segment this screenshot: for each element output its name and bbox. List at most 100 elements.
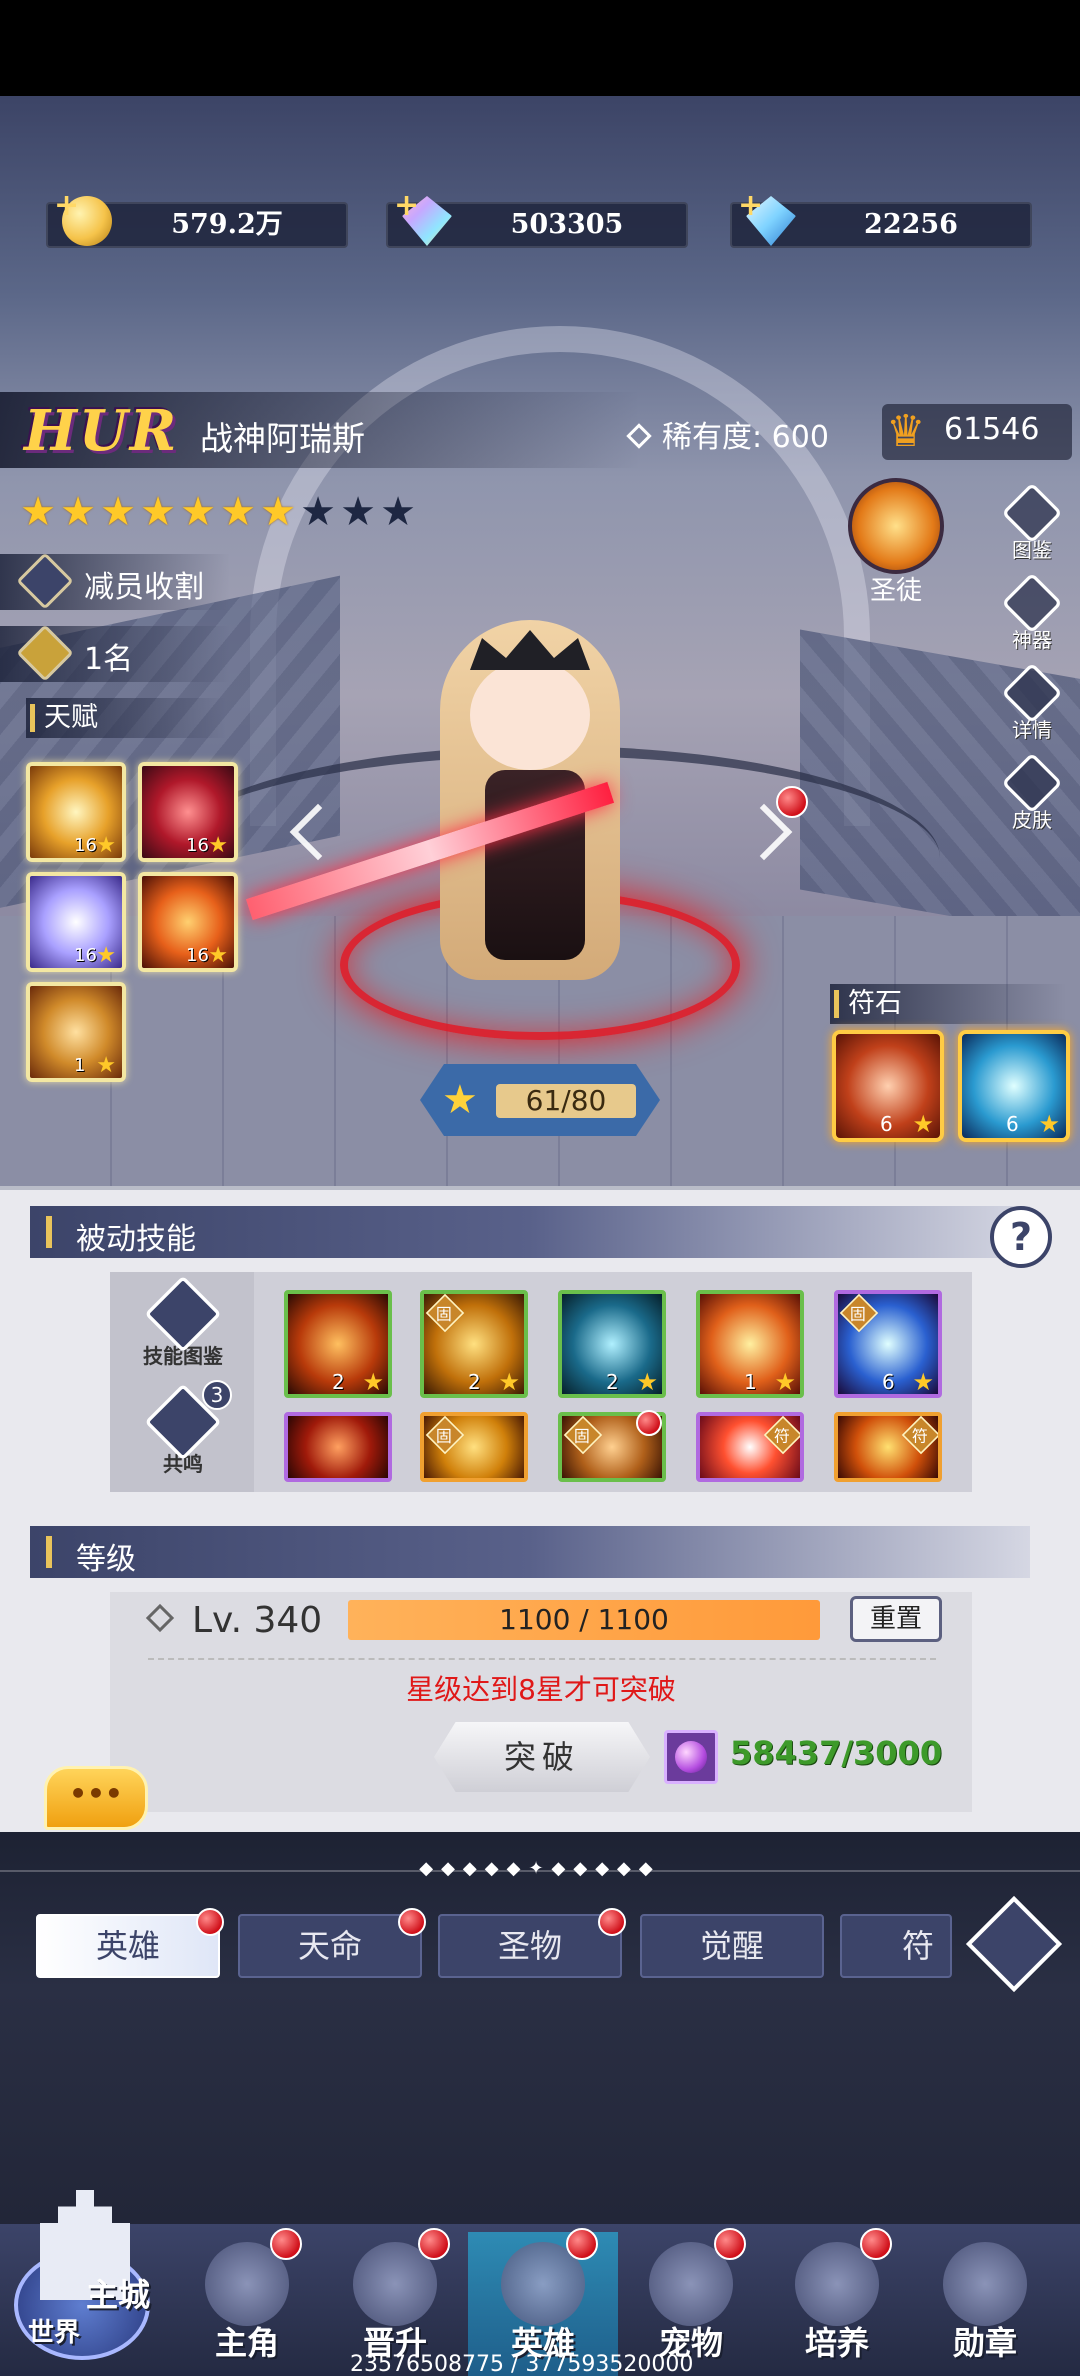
currency-rainbow-gem[interactable]: + 503305 bbox=[386, 188, 688, 248]
skill-mark-badge: 符 bbox=[901, 1416, 938, 1455]
add-gold-icon[interactable]: + bbox=[54, 188, 79, 223]
diamond-outline-icon bbox=[626, 423, 652, 449]
nav-item-4[interactable]: 培养 bbox=[762, 2232, 912, 2376]
hero-trait-label: 减员收割 bbox=[84, 570, 204, 605]
rune-count: 6 bbox=[880, 1112, 893, 1136]
purple-orb-icon bbox=[664, 1730, 718, 1784]
star-filled-icon: ★ bbox=[20, 489, 56, 535]
world-label: 世界 bbox=[28, 2318, 81, 2348]
talent-slot[interactable]: 16 ★ bbox=[26, 872, 126, 972]
talent-level: 16 bbox=[186, 835, 209, 856]
side-button-details[interactable]: 详情 bbox=[1000, 662, 1064, 743]
add-rainbow-gem-icon[interactable]: + bbox=[394, 188, 419, 223]
status-bar bbox=[0, 0, 1080, 96]
nav-item-0[interactable]: 主角 bbox=[172, 2232, 322, 2376]
passive-skill-slot[interactable]: 2 ★ bbox=[284, 1290, 392, 1398]
passive-skill-slot[interactable]: 1 ★ bbox=[696, 1290, 804, 1398]
breakthrough-button[interactable]: 突破 bbox=[434, 1722, 650, 1792]
currency-diamond[interactable]: + 22256 bbox=[730, 188, 1032, 248]
passive-skill-slot[interactable]: 固 6 ★ bbox=[834, 1290, 942, 1398]
resonance-count-badge: 3 bbox=[202, 1380, 232, 1410]
notification-dot bbox=[270, 2228, 302, 2260]
nav-icon bbox=[943, 2242, 1027, 2326]
tab-1[interactable]: 天命 bbox=[238, 1914, 422, 1978]
star-icon: ★ bbox=[636, 1368, 658, 1396]
side-button-artifact[interactable]: 神器 bbox=[1000, 572, 1064, 653]
nav-item-5[interactable]: 勋章 bbox=[910, 2232, 1060, 2376]
notification-dot bbox=[566, 2228, 598, 2260]
currency-gold[interactable]: + 579.2万 bbox=[46, 188, 348, 248]
notification-dot bbox=[714, 2228, 746, 2260]
star-filled-icon: ★ bbox=[100, 489, 136, 535]
tab-3[interactable]: 觉醒 bbox=[640, 1914, 824, 1978]
skill-count: 6 bbox=[882, 1370, 895, 1394]
side-button-codex[interactable]: 图鉴 bbox=[1000, 482, 1064, 563]
passive-skill-slot[interactable]: 固 bbox=[420, 1412, 528, 1482]
passive-skill-header: 被动技能 bbox=[30, 1206, 1030, 1258]
talent-slot[interactable]: 16 ★ bbox=[138, 762, 238, 862]
tab-0[interactable]: 英雄 bbox=[36, 1914, 220, 1978]
star-filled-icon: ★ bbox=[180, 489, 216, 535]
eye-icon bbox=[965, 1895, 1063, 1993]
rainbow-gem-value: 503305 bbox=[510, 209, 624, 240]
chat-button[interactable]: ••• bbox=[44, 1766, 148, 1830]
diamond-outline-icon bbox=[145, 1603, 175, 1633]
hero-rarity-tag: HUR bbox=[24, 398, 179, 464]
tab-4[interactable]: 符文 bbox=[840, 1914, 952, 1978]
help-button[interactable]: ? bbox=[990, 1206, 1052, 1268]
talent-level: 16 bbox=[186, 945, 209, 966]
star-filled-icon: ★ bbox=[260, 489, 296, 535]
skill-mark-badge: 固 bbox=[563, 1416, 603, 1455]
saint-emblem-icon bbox=[848, 478, 944, 574]
rune-count: 6 bbox=[1006, 1112, 1019, 1136]
skill-mark-badge: 符 bbox=[763, 1416, 800, 1455]
combat-power-value: 61546 bbox=[944, 412, 1040, 447]
main-city-label: 主城 bbox=[86, 2276, 151, 2314]
skill-mark-badge: 固 bbox=[425, 1416, 465, 1455]
breakthrough-cost: 58437/3000 bbox=[730, 1734, 943, 1772]
talent-slot[interactable]: 16 ★ bbox=[26, 762, 126, 862]
rune-slot[interactable]: 6 ★ bbox=[832, 1030, 944, 1142]
hero-exp-indicator[interactable]: ★ 61/80 bbox=[420, 1064, 660, 1136]
star-icon: ★ bbox=[96, 943, 116, 968]
tab-2[interactable]: 圣物 bbox=[438, 1914, 622, 1978]
add-diamond-icon[interactable]: + bbox=[738, 188, 763, 223]
star-icon: ★ bbox=[96, 1053, 116, 1078]
talent-section-title: 天赋 bbox=[26, 698, 226, 738]
hero-name: 战神阿瑞斯 bbox=[200, 419, 365, 458]
passive-skill-slot[interactable]: 符 bbox=[834, 1412, 942, 1482]
star-empty-icon: ★ bbox=[380, 489, 416, 535]
side-button-skin[interactable]: 皮肤 bbox=[1000, 752, 1064, 833]
talent-slot[interactable]: 1 ★ bbox=[26, 982, 126, 1082]
saint-label: 圣徒 bbox=[869, 576, 922, 606]
notification-dot bbox=[196, 1908, 224, 1936]
hero-character-portrait[interactable] bbox=[245, 590, 740, 1070]
star-icon: ★ bbox=[912, 1368, 934, 1396]
star-filled-icon: ★ bbox=[140, 489, 176, 535]
notification-dot bbox=[860, 2228, 892, 2260]
star-icon: ★ bbox=[362, 1368, 384, 1396]
talent-slot[interactable]: 16 ★ bbox=[138, 872, 238, 972]
passive-skill-slot[interactable]: 2 ★ bbox=[558, 1290, 666, 1398]
saint-button[interactable]: 圣徒 bbox=[848, 478, 944, 607]
rune-slot[interactable]: 6 ★ bbox=[958, 1030, 1070, 1142]
fixed-badge: 固 bbox=[425, 1294, 465, 1333]
rune-section-title: 符石 bbox=[830, 984, 1066, 1024]
level-title: 等级 bbox=[76, 1542, 136, 1577]
rarity-score: 稀有度: 600 bbox=[626, 412, 829, 456]
star-filled-icon: ★ bbox=[220, 489, 256, 535]
level-up-star-icon: ★ bbox=[442, 1077, 478, 1123]
skill-codex-button[interactable]: 技能图鉴 bbox=[138, 1275, 228, 1376]
hero-level: Lv. 340 bbox=[145, 1600, 322, 1641]
reset-button[interactable]: 重置 bbox=[850, 1596, 942, 1642]
main-city-button[interactable]: 主城 世界 bbox=[0, 2170, 170, 2376]
star-icon: ★ bbox=[96, 833, 116, 858]
notification-dot bbox=[636, 1410, 662, 1436]
more-tabs-button[interactable] bbox=[965, 1895, 1063, 1993]
notification-dot bbox=[776, 786, 808, 818]
passive-skill-slot[interactable] bbox=[284, 1412, 392, 1482]
passive-skill-slot[interactable]: 符 bbox=[696, 1412, 804, 1482]
crown-icon: ♛ bbox=[886, 406, 926, 457]
passive-skill-slot[interactable]: 固 2 ★ bbox=[420, 1290, 528, 1398]
level-exp-bar: 1100 / 1100 bbox=[348, 1600, 820, 1640]
